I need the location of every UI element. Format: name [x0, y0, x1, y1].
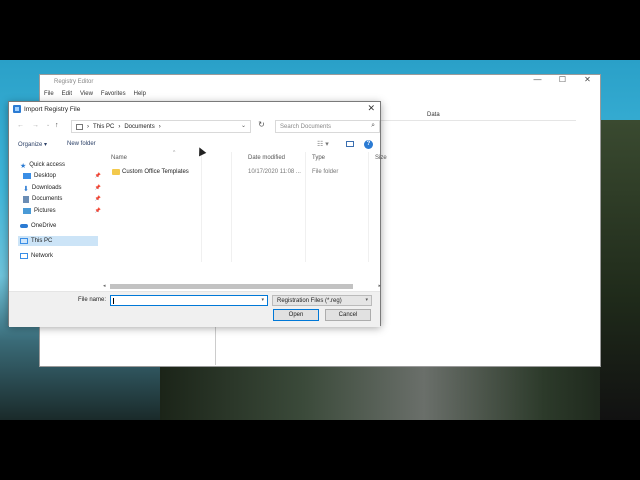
filter-value: Registration Files (*.reg) [277, 297, 342, 304]
navigation-pane: ★ Quick access Desktop 📌 ⬇ Downloads 📌 D… [9, 157, 101, 287]
refresh-icon[interactable]: ↻ [253, 120, 270, 133]
dialog-title: Import Registry File [24, 105, 81, 113]
close-button[interactable]: ✕ [575, 75, 600, 84]
view-options-icon[interactable]: ☷ ▾ [317, 140, 329, 148]
dialog-toolbar: Organize ▾ New folder ☷ ▾ ? [9, 137, 380, 151]
pin-icon: 📌 [94, 185, 101, 191]
document-icon [23, 195, 29, 203]
column-size[interactable]: Size [375, 155, 387, 161]
file-name-label: File name: [78, 297, 107, 303]
cloud-icon [20, 224, 28, 228]
regedit-title: Registry Editor [54, 78, 94, 85]
regedit-menubar: File Edit View Favorites Help [40, 88, 600, 100]
cancel-button[interactable]: Cancel [325, 309, 371, 321]
nav-item-this-pc[interactable]: This PC [18, 236, 98, 246]
organize-button[interactable]: Organize ▾ [18, 141, 47, 148]
search-input[interactable]: Search Documents ⌕ [275, 120, 380, 133]
picture-icon [23, 208, 31, 214]
nav-item-network[interactable]: Network [20, 251, 100, 261]
open-button[interactable]: Open [273, 309, 319, 321]
search-placeholder: Search Documents [280, 123, 332, 130]
nav-label: Downloads [31, 185, 62, 191]
recent-locations-icon[interactable]: ⌄ [46, 122, 50, 128]
search-icon: ⌕ [371, 122, 375, 129]
address-row: ← → ⌄ ↑ › This PC › Documents › ⌄ ↻ Sear… [9, 118, 380, 135]
pin-icon: 📌 [94, 208, 101, 214]
breadcrumb-this-pc[interactable]: This PC [93, 124, 114, 130]
chevron-down-icon: ▾ [365, 297, 368, 303]
column-type[interactable]: Type [312, 155, 325, 161]
nav-label: Desktop [34, 173, 57, 179]
file-type-filter[interactable]: Registration Files (*.reg) ▾ [272, 295, 372, 306]
nav-label: Network [31, 253, 54, 259]
file-type: File folder [312, 169, 339, 175]
nav-item-documents[interactable]: Documents 📌 [23, 194, 103, 204]
file-row[interactable]: Custom Office Templates 10/17/2020 11:08… [109, 167, 379, 177]
back-arrow-icon[interactable]: ← [17, 122, 24, 129]
file-name-input[interactable]: ▾ [110, 295, 268, 306]
new-folder-button[interactable]: New folder [67, 141, 96, 147]
nav-item-desktop[interactable]: Desktop 📌 [23, 171, 103, 181]
dialog-footer: File name: ▾ Registration Files (*.reg) … [9, 291, 380, 327]
column-name[interactable]: Name [111, 155, 127, 161]
computer-icon [20, 238, 28, 244]
nav-label: Documents [32, 196, 63, 202]
sort-indicator-icon: ^ [173, 150, 176, 156]
nav-item-pictures[interactable]: Pictures 📌 [23, 206, 103, 216]
folder-icon [112, 169, 120, 175]
regedit-data-column[interactable]: Data [427, 112, 440, 118]
nav-item-quick-access[interactable]: ★ Quick access [20, 160, 100, 170]
nav-label: This PC [31, 238, 53, 244]
dialog-close-button[interactable]: ✕ [367, 103, 375, 114]
pin-icon: 📌 [94, 173, 101, 179]
nav-label: Quick access [29, 162, 65, 168]
desktop-icon [23, 173, 31, 179]
dialog-titlebar: Import Registry File ✕ [9, 102, 380, 116]
forward-arrow-icon[interactable]: → [32, 122, 39, 129]
scroll-left-icon[interactable]: ◂ [103, 283, 106, 289]
nav-item-onedrive[interactable]: OneDrive [20, 221, 100, 231]
minimize-button[interactable]: — [525, 75, 550, 84]
nav-label: Pictures [34, 208, 56, 214]
nav-label: OneDrive [31, 223, 57, 229]
chevron-down-icon[interactable]: ▾ [261, 297, 264, 303]
star-icon: ★ [20, 163, 27, 170]
menu-file[interactable]: File [44, 91, 54, 97]
registry-icon [13, 105, 21, 113]
breadcrumb-sep-icon: › [118, 123, 121, 130]
menu-help[interactable]: Help [134, 91, 146, 97]
file-name: Custom Office Templates [122, 169, 189, 175]
column-date-modified[interactable]: Date modified [248, 155, 285, 161]
import-registry-dialog: Import Registry File ✕ ← → ⌄ ↑ › This PC… [8, 101, 387, 327]
breadcrumb-documents[interactable]: Documents [124, 124, 154, 130]
address-bar[interactable]: › This PC › Documents › ⌄ [71, 120, 251, 133]
menu-favorites[interactable]: Favorites [101, 91, 126, 97]
help-icon[interactable]: ? [364, 140, 373, 149]
scroll-right-icon[interactable]: ▸ [378, 283, 381, 289]
file-date: 10/17/2020 11:08 ... [248, 169, 301, 175]
pc-icon [76, 123, 83, 130]
nav-item-downloads[interactable]: ⬇ Downloads 📌 [23, 183, 103, 193]
breadcrumb-sep-icon: › [158, 123, 161, 130]
maximize-button[interactable]: ☐ [550, 75, 575, 84]
pin-icon: 📌 [94, 196, 101, 202]
horizontal-scrollbar[interactable]: ◂ ▸ [103, 283, 381, 290]
menu-edit[interactable]: Edit [62, 91, 72, 97]
breadcrumb-sep-icon: › [87, 123, 89, 130]
chevron-down-icon[interactable]: ⌄ [241, 122, 246, 129]
download-icon: ⬇ [23, 186, 29, 193]
wallpaper-tree [600, 120, 640, 420]
text-caret [113, 298, 114, 304]
preview-pane-icon[interactable] [346, 141, 354, 147]
regedit-titlebar: Registry Editor — ☐ ✕ [40, 75, 600, 88]
scrollbar-thumb[interactable] [110, 284, 353, 289]
up-arrow-icon[interactable]: ↑ [55, 122, 59, 129]
wallpaper-rocks [160, 360, 640, 420]
network-icon [20, 253, 28, 259]
file-list: ^ Name Date modified Type Size Custom Of… [105, 150, 387, 282]
menu-view[interactable]: View [80, 91, 93, 97]
